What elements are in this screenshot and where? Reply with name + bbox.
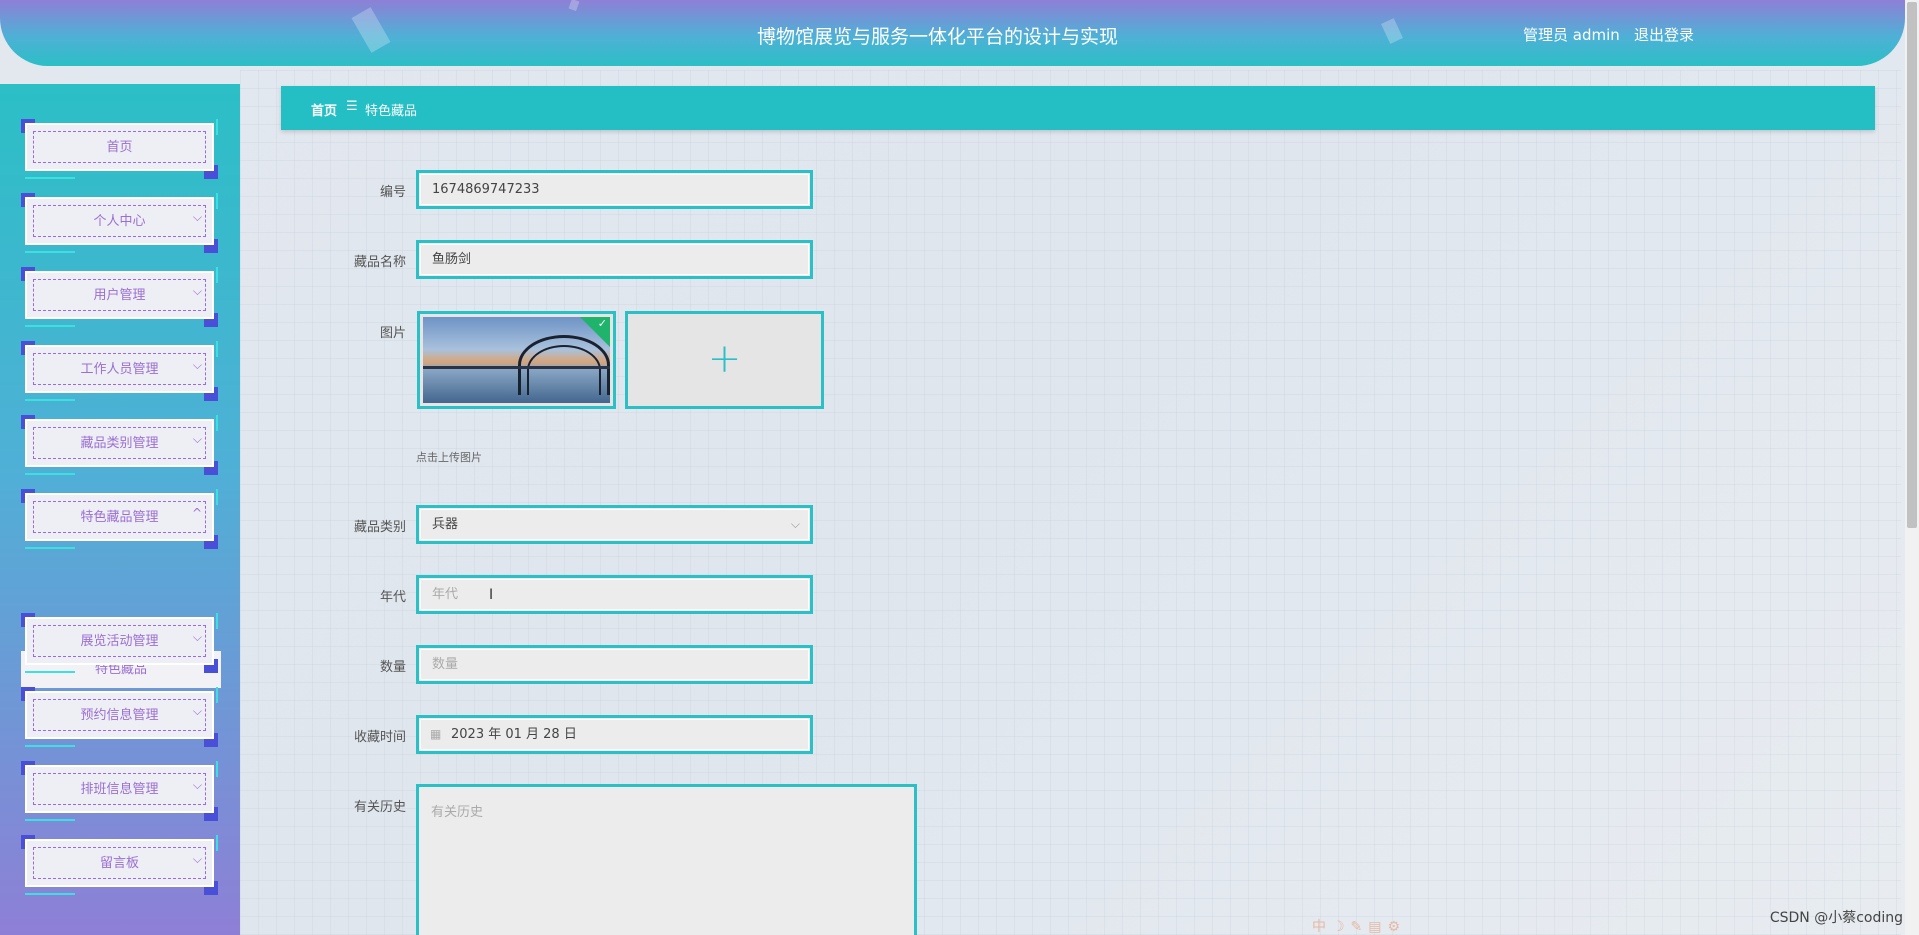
- name-label: 藏品名称: [353, 255, 406, 270]
- image-upload-button[interactable]: +: [625, 311, 824, 409]
- chevron-down-icon: ⌵: [192, 630, 202, 644]
- bridge-photo-thumbnail: ✓: [423, 317, 610, 403]
- upload-hint: 点击上传图片: [416, 451, 482, 464]
- sidebar-item-featured-collection-management[interactable]: 特色藏品管理 ^: [21, 489, 218, 549]
- sidebar-item-home[interactable]: 首页: [21, 119, 218, 179]
- sidebar: 首页 个人中心 ⌵ 用户管理 ⌵ 工作人员管理 ⌵ 藏品类别管理 ⌵ 特色藏品管…: [0, 84, 240, 935]
- sidebar-item-label: 展览活动管理: [80, 634, 159, 649]
- sidebar-item-label: 预约信息管理: [80, 708, 159, 723]
- breadcrumb-home[interactable]: 首页: [311, 100, 337, 119]
- collect-time-label: 收藏时间: [353, 730, 406, 745]
- sidebar-item-message-board[interactable]: 留言板 ⌵: [21, 835, 218, 895]
- era-field[interactable]: 年代: [416, 575, 813, 614]
- sidebar-item-personal-center[interactable]: 个人中心 ⌵: [21, 193, 218, 253]
- csdn-watermark: CSDN @小蔡coding: [1769, 910, 1903, 926]
- image-label: 图片: [379, 326, 406, 341]
- category-label: 藏品类别: [353, 520, 406, 535]
- chevron-down-icon: ⌵: [192, 852, 202, 866]
- sidebar-item-label: 留言板: [99, 856, 139, 871]
- plus-icon: +: [707, 336, 742, 382]
- chevron-down-icon: ⌵: [192, 432, 202, 446]
- chevron-down-icon: ⌵: [192, 704, 202, 718]
- number-label: 编号: [379, 185, 406, 200]
- text-cursor-icon: I: [489, 587, 494, 603]
- sidebar-item-label: 排班信息管理: [80, 782, 159, 797]
- sidebar-item-label: 特色藏品管理: [80, 510, 159, 525]
- header: 博物馆展览与服务一体化平台的设计与实现 管理员 admin 退出登录: [0, 0, 1905, 66]
- scrollbar-thumb[interactable]: [1907, 2, 1917, 528]
- sidebar-item-label: 首页: [106, 140, 133, 155]
- chevron-down-icon: ⌵: [192, 358, 202, 372]
- history-label: 有关历史: [353, 800, 406, 815]
- collect-time-value: 2023 年 01 月 28 日: [451, 727, 577, 742]
- sidebar-item-schedule-management[interactable]: 排班信息管理 ⌵: [21, 761, 218, 821]
- sidebar-item-label: 个人中心: [93, 214, 146, 229]
- breadcrumb-current: 特色藏品: [365, 104, 418, 119]
- header-decoration: [568, 0, 580, 12]
- calendar-icon: ▦: [430, 727, 442, 741]
- chevron-up-icon: ^: [191, 506, 202, 520]
- breadcrumb-separator-icon: ☰: [346, 99, 358, 114]
- quantity-field[interactable]: 数量: [416, 645, 813, 684]
- chevron-down-icon: ⌵: [192, 284, 202, 298]
- breadcrumb: 首页 ☰ 特色藏品: [281, 86, 1875, 130]
- era-label: 年代: [379, 590, 406, 605]
- chevron-down-icon: ⌵: [192, 210, 202, 224]
- chevron-down-icon: ⌵: [192, 778, 202, 792]
- sidebar-item-label: 藏品类别管理: [80, 436, 159, 451]
- logout-link[interactable]: 退出登录: [1634, 24, 1694, 45]
- ime-toolbar: 中☽✎▤⚙: [1312, 919, 1407, 935]
- number-field[interactable]: 1674869747233: [416, 170, 813, 209]
- check-icon: ✓: [597, 317, 607, 330]
- sidebar-item-staff-management[interactable]: 工作人员管理 ⌵: [21, 341, 218, 401]
- sidebar-item-exhibition-management[interactable]: 展览活动管理 ⌵: [21, 613, 218, 673]
- sidebar-item-label: 用户管理: [93, 288, 146, 303]
- scrollbar[interactable]: [1905, 0, 1919, 935]
- sidebar-item-label: 工作人员管理: [80, 362, 159, 377]
- uploaded-image[interactable]: ✓: [417, 311, 616, 409]
- sidebar-item-user-management[interactable]: 用户管理 ⌵: [21, 267, 218, 327]
- quantity-label: 数量: [379, 660, 406, 675]
- chevron-down-icon: ⌵: [790, 517, 800, 531]
- name-field[interactable]: 鱼肠剑: [416, 240, 813, 279]
- history-textarea[interactable]: 有关历史: [416, 784, 917, 935]
- category-select-value: 兵器: [432, 517, 459, 532]
- sidebar-item-reservation-management[interactable]: 预约信息管理 ⌵: [21, 687, 218, 747]
- sidebar-item-category-management[interactable]: 藏品类别管理 ⌵: [21, 415, 218, 475]
- category-select[interactable]: 兵器 ⌵: [416, 505, 813, 544]
- current-user: 管理员 admin: [1523, 26, 1620, 44]
- collect-time-picker[interactable]: ▦ 2023 年 01 月 28 日: [416, 715, 813, 754]
